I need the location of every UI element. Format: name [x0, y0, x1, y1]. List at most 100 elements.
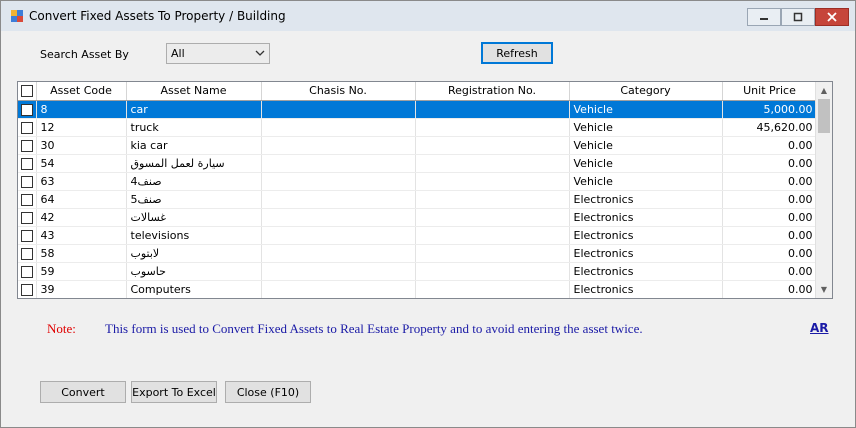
row-checkbox[interactable] — [18, 280, 37, 298]
cell-category[interactable]: Electronics — [569, 280, 723, 298]
cell-code[interactable]: 54 — [36, 154, 127, 173]
row-checkbox[interactable] — [18, 100, 37, 119]
cell-chasis[interactable] — [261, 154, 416, 173]
cell-price[interactable]: 45,620.00 — [722, 118, 818, 137]
cell-code[interactable]: 8 — [36, 100, 127, 119]
cell-name[interactable]: سيارة لعمل المسوق — [126, 154, 262, 173]
close-window-button[interactable] — [815, 8, 849, 26]
cell-category[interactable]: Electronics — [569, 226, 723, 245]
cell-registration[interactable] — [415, 280, 570, 298]
cell-registration[interactable] — [415, 100, 570, 119]
cell-price[interactable]: 0.00 — [722, 172, 818, 191]
cell-category[interactable]: Electronics — [569, 190, 723, 209]
cell-name[interactable]: truck — [126, 118, 262, 137]
select-all-checkbox[interactable] — [18, 82, 37, 101]
table-row[interactable]: 64 صنف5 Electronics 0.00 — [18, 190, 818, 209]
cell-registration[interactable] — [415, 172, 570, 191]
table-row[interactable]: 30 kia car Vehicle 0.00 — [18, 136, 818, 155]
table-row[interactable]: 39 Computers Electronics 0.00 — [18, 280, 818, 298]
refresh-button[interactable]: Refresh — [481, 42, 553, 64]
cell-category[interactable]: Vehicle — [569, 136, 723, 155]
cell-category[interactable]: Vehicle — [569, 100, 723, 119]
cell-price[interactable]: 0.00 — [722, 226, 818, 245]
convert-button[interactable]: Convert — [40, 381, 126, 403]
table-row[interactable]: 42 غسالات Electronics 0.00 — [18, 208, 818, 227]
minimize-button[interactable] — [747, 8, 781, 26]
cell-name[interactable]: حاسوب — [126, 262, 262, 281]
cell-code[interactable]: 43 — [36, 226, 127, 245]
cell-chasis[interactable] — [261, 262, 416, 281]
row-checkbox[interactable] — [18, 190, 37, 209]
cell-code[interactable]: 59 — [36, 262, 127, 281]
cell-category[interactable]: Vehicle — [569, 118, 723, 137]
cell-chasis[interactable] — [261, 136, 416, 155]
table-row[interactable]: 59 حاسوب Electronics 0.00 — [18, 262, 818, 281]
table-row[interactable]: 12 truck Vehicle 45,620.00 — [18, 118, 818, 137]
column-header[interactable]: Asset Code — [36, 82, 127, 101]
maximize-button[interactable] — [781, 8, 815, 26]
row-checkbox[interactable] — [18, 226, 37, 245]
cell-price[interactable]: 0.00 — [722, 280, 818, 298]
scroll-thumb[interactable] — [818, 99, 830, 133]
cell-code[interactable]: 63 — [36, 172, 127, 191]
table-row[interactable]: 63 صنف4 Vehicle 0.00 — [18, 172, 818, 191]
cell-name[interactable]: car — [126, 100, 262, 119]
scroll-up-icon[interactable]: ▲ — [816, 82, 832, 99]
cell-category[interactable]: Electronics — [569, 244, 723, 263]
cell-price[interactable]: 0.00 — [722, 208, 818, 227]
cell-chasis[interactable] — [261, 280, 416, 298]
row-checkbox[interactable] — [18, 136, 37, 155]
cell-name[interactable]: صنف5 — [126, 190, 262, 209]
column-header[interactable]: Category — [569, 82, 723, 101]
cell-code[interactable]: 12 — [36, 118, 127, 137]
cell-code[interactable]: 58 — [36, 244, 127, 263]
table-row[interactable]: 58 لابتوب Electronics 0.00 — [18, 244, 818, 263]
cell-registration[interactable] — [415, 208, 570, 227]
cell-name[interactable]: kia car — [126, 136, 262, 155]
column-header[interactable]: Unit Price — [722, 82, 818, 101]
cell-price[interactable]: 0.00 — [722, 190, 818, 209]
cell-code[interactable]: 42 — [36, 208, 127, 227]
cell-category[interactable]: Vehicle — [569, 154, 723, 173]
cell-category[interactable]: Vehicle — [569, 172, 723, 191]
row-checkbox[interactable] — [18, 154, 37, 173]
row-checkbox[interactable] — [18, 244, 37, 263]
table-row[interactable]: 43 televisions Electronics 0.00 — [18, 226, 818, 245]
cell-chasis[interactable] — [261, 172, 416, 191]
cell-category[interactable]: Electronics — [569, 208, 723, 227]
column-header[interactable]: Chasis No. — [261, 82, 416, 101]
title-bar[interactable]: Convert Fixed Assets To Property / Build… — [1, 1, 855, 31]
close-button[interactable]: Close (F10) — [225, 381, 311, 403]
cell-chasis[interactable] — [261, 226, 416, 245]
column-header[interactable]: Registration No. — [415, 82, 570, 101]
cell-category[interactable]: Electronics — [569, 262, 723, 281]
language-link[interactable]: AR — [810, 321, 829, 335]
cell-registration[interactable] — [415, 244, 570, 263]
row-checkbox[interactable] — [18, 208, 37, 227]
scroll-down-icon[interactable]: ▼ — [816, 281, 832, 298]
cell-code[interactable]: 30 — [36, 136, 127, 155]
row-checkbox[interactable] — [18, 262, 37, 281]
cell-chasis[interactable] — [261, 208, 416, 227]
cell-chasis[interactable] — [261, 118, 416, 137]
row-checkbox[interactable] — [18, 118, 37, 137]
cell-price[interactable]: 0.00 — [722, 244, 818, 263]
cell-code[interactable]: 39 — [36, 280, 127, 298]
row-checkbox[interactable] — [18, 172, 37, 191]
cell-name[interactable]: televisions — [126, 226, 262, 245]
cell-name[interactable]: Computers — [126, 280, 262, 298]
cell-chasis[interactable] — [261, 100, 416, 119]
column-header[interactable]: Asset Name — [126, 82, 262, 101]
cell-name[interactable]: غسالات — [126, 208, 262, 227]
vertical-scrollbar[interactable]: ▲ ▼ — [815, 82, 832, 298]
cell-name[interactable]: صنف4 — [126, 172, 262, 191]
cell-registration[interactable] — [415, 154, 570, 173]
export-to-excel-button[interactable]: Export To Excel — [131, 381, 217, 403]
table-row[interactable]: 8 car Vehicle 5,000.00 — [18, 100, 818, 119]
table-row[interactable]: 54 سيارة لعمل المسوق Vehicle 0.00 — [18, 154, 818, 173]
cell-name[interactable]: لابتوب — [126, 244, 262, 263]
cell-price[interactable]: 0.00 — [722, 262, 818, 281]
cell-registration[interactable] — [415, 226, 570, 245]
cell-price[interactable]: 0.00 — [722, 136, 818, 155]
search-by-dropdown[interactable]: All — [166, 43, 270, 64]
